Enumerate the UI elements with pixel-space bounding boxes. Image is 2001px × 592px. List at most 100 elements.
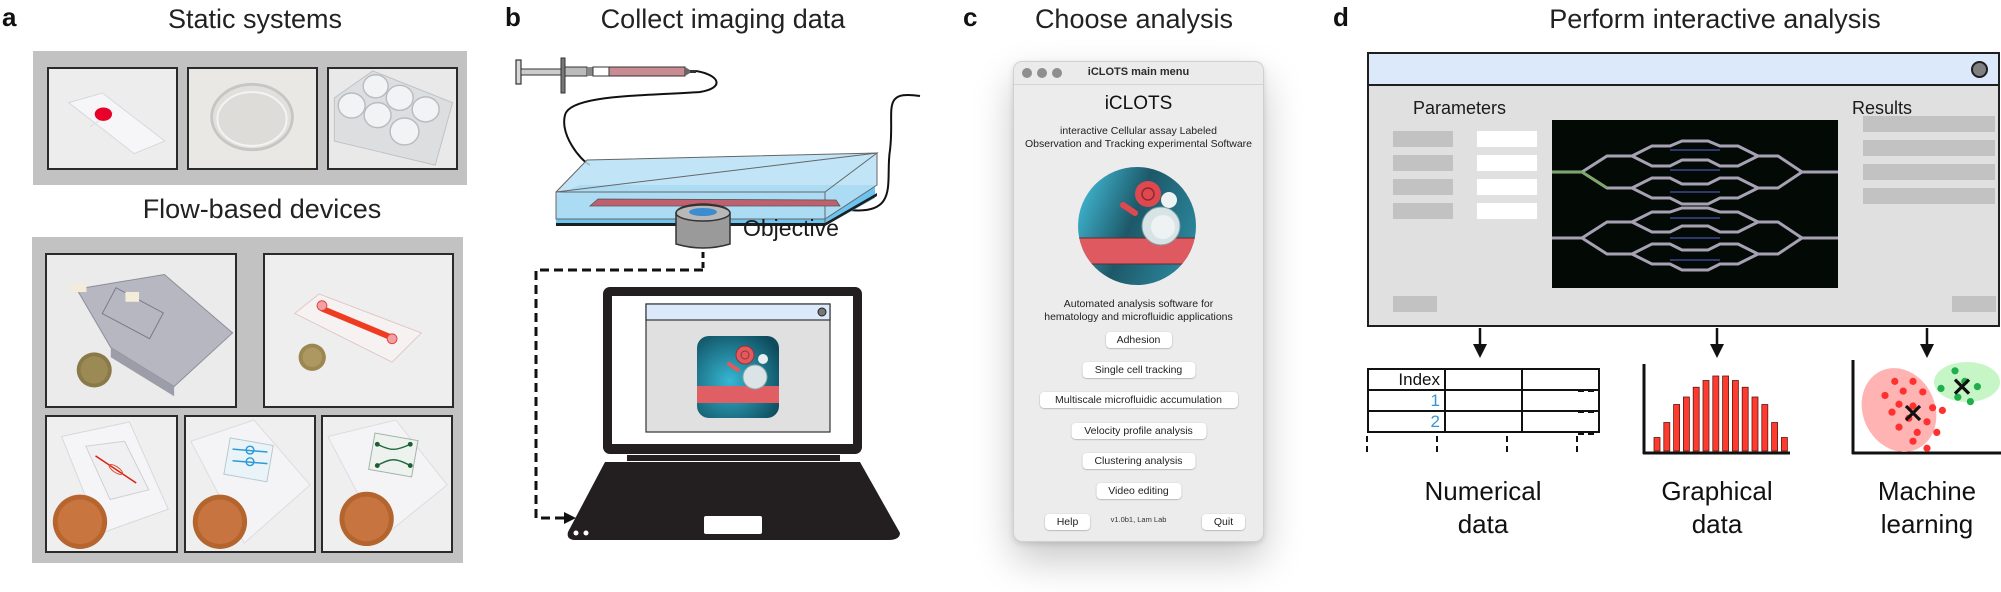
objective-icon [675, 203, 731, 270]
result-field-4 [1863, 188, 1995, 204]
parameters-label: Parameters [1413, 98, 1507, 118]
flow-devices-title: Flow-based devices [142, 194, 382, 224]
photo-green-microfluidic [321, 415, 453, 553]
red-cluster-point [1923, 418, 1931, 426]
parameter-label-3 [1393, 179, 1453, 195]
clustering-analysis-button[interactable]: Clustering analysis [1082, 453, 1195, 469]
red-cluster-point [1891, 377, 1899, 385]
petri-dish-image [189, 69, 316, 168]
collect-imaging-title: Collect imaging data [600, 4, 846, 34]
photo-six-well-plate [327, 67, 458, 170]
velocity-profile-analysis-button[interactable]: Velocity profile analysis [1071, 423, 1206, 439]
histogram-bar [1751, 396, 1759, 452]
numerical-data-label-line1: Numerical [1424, 476, 1542, 506]
green-cluster-point [1954, 393, 1962, 401]
iclots-logo [1078, 167, 1196, 285]
analysis-window-titlebar [1369, 54, 1998, 86]
static-systems-title: Static systems [167, 4, 343, 34]
table-continuation-dashes [1366, 368, 1598, 456]
photo-acrylic-chamber [45, 253, 237, 408]
adhesion-button[interactable]: Adhesion [1105, 332, 1172, 348]
app-name: iCLOTS [1104, 93, 1173, 114]
histogram-bar [1771, 422, 1779, 452]
parameter-input-3[interactable] [1477, 179, 1537, 195]
machine-learning-label: Machine learning [1878, 475, 1976, 541]
histogram-bar [1653, 437, 1661, 452]
iclots-app-icon [697, 336, 779, 418]
microscopy-image [1552, 120, 1838, 288]
parameter-label-1 [1393, 131, 1453, 147]
blue-microfluidic-image [186, 417, 314, 551]
red-cluster-point [1881, 391, 1889, 400]
app-description-line2: hematology and microfluidic applications [1044, 311, 1233, 323]
red-cluster-point [1919, 388, 1927, 396]
clustering-chart [1851, 360, 2001, 455]
panel-a-letter: a [2, 2, 17, 32]
panel-c-letter: c [963, 2, 978, 32]
objective-label: Objective [743, 215, 839, 241]
single-cell-tracking-button[interactable]: Single cell tracking [1082, 362, 1195, 378]
graphical-data-label: Graphical data [1661, 475, 1772, 541]
histogram-bar [1732, 380, 1739, 452]
analysis-window: Parameters Results [1367, 52, 2000, 327]
histogram-bar [1673, 404, 1681, 452]
window-title: iCLOTS main menu [1087, 66, 1190, 78]
red-cluster-point [1929, 404, 1937, 412]
iclots-main-menu-window: iCLOTS main menu iCLOTS interactive Cell… [1013, 61, 1264, 542]
red-cluster-point [1913, 428, 1921, 436]
histogram-bar [1712, 375, 1720, 452]
interactive-analysis-title: Perform interactive analysis [1549, 4, 1881, 34]
red-cluster-point [1923, 444, 1931, 452]
parameter-input-2[interactable] [1477, 155, 1537, 171]
result-field-2 [1863, 140, 1995, 156]
histogram-bar [1722, 375, 1729, 452]
histogram-bar [1780, 437, 1788, 452]
run-button[interactable] [1393, 296, 1437, 312]
red-cluster-point [1895, 423, 1903, 431]
red-cluster-point [1909, 377, 1917, 385]
close-button[interactable] [1971, 61, 1988, 78]
acrylic-flow-chamber-image [47, 255, 235, 406]
red-cluster-point [1933, 428, 1941, 436]
green-cluster-point [1966, 398, 1974, 406]
imaging-setup-diagram [515, 57, 921, 540]
glass-slide-with-blood-drop-image [49, 69, 176, 168]
parameter-input-4[interactable] [1477, 203, 1537, 219]
numerical-data-label: Numerical data [1424, 475, 1541, 541]
save-button[interactable] [1952, 296, 1996, 312]
green-cluster-point [1951, 367, 1959, 375]
panel-b-letter: b [505, 2, 521, 32]
red-cluster-point [1909, 437, 1917, 445]
quit-button[interactable]: Quit [1202, 514, 1245, 530]
graphical-data-label-line1: Graphical [1661, 476, 1773, 506]
arrow-down-icon-ml [1920, 328, 1934, 358]
result-field-3 [1863, 164, 1995, 180]
histogram-bar [1741, 386, 1749, 452]
numerical-data-label-line2: data [1457, 509, 1509, 539]
parameter-input-1[interactable] [1477, 131, 1537, 147]
red-cluster-point [1888, 408, 1896, 416]
red-cluster-point [1938, 406, 1946, 414]
multiscale-microfluidic-accumulation-button[interactable]: Multiscale microfluidic accumulation [1039, 392, 1238, 408]
static-systems-box [33, 51, 467, 185]
parameter-label-4 [1393, 203, 1453, 219]
red-cluster-point [1899, 387, 1907, 395]
histogram-bar [1702, 380, 1710, 452]
flow-devices-box [32, 237, 463, 563]
inlet-tubing [563, 70, 718, 166]
video-editing-button[interactable]: Video editing [1096, 483, 1181, 499]
machine-learning-label-line1: Machine [1877, 476, 1977, 506]
channel-slide-image [265, 255, 452, 406]
photo-red-microfluidic [45, 415, 178, 553]
arrow-down-icon-graphical [1710, 328, 1724, 358]
photo-glass-slide [47, 67, 178, 170]
red-microfluidic-image [47, 417, 176, 551]
histogram-bar [1663, 422, 1671, 452]
window-titlebar: iCLOTS main menu [1014, 62, 1263, 85]
graphical-data-label-line2: data [1691, 509, 1743, 539]
result-field-1 [1863, 116, 1995, 132]
panel-d-letter: d [1333, 2, 1349, 32]
histogram-bar [1692, 386, 1700, 452]
green-microfluidic-image [323, 417, 451, 551]
histogram-bar [1683, 396, 1690, 452]
